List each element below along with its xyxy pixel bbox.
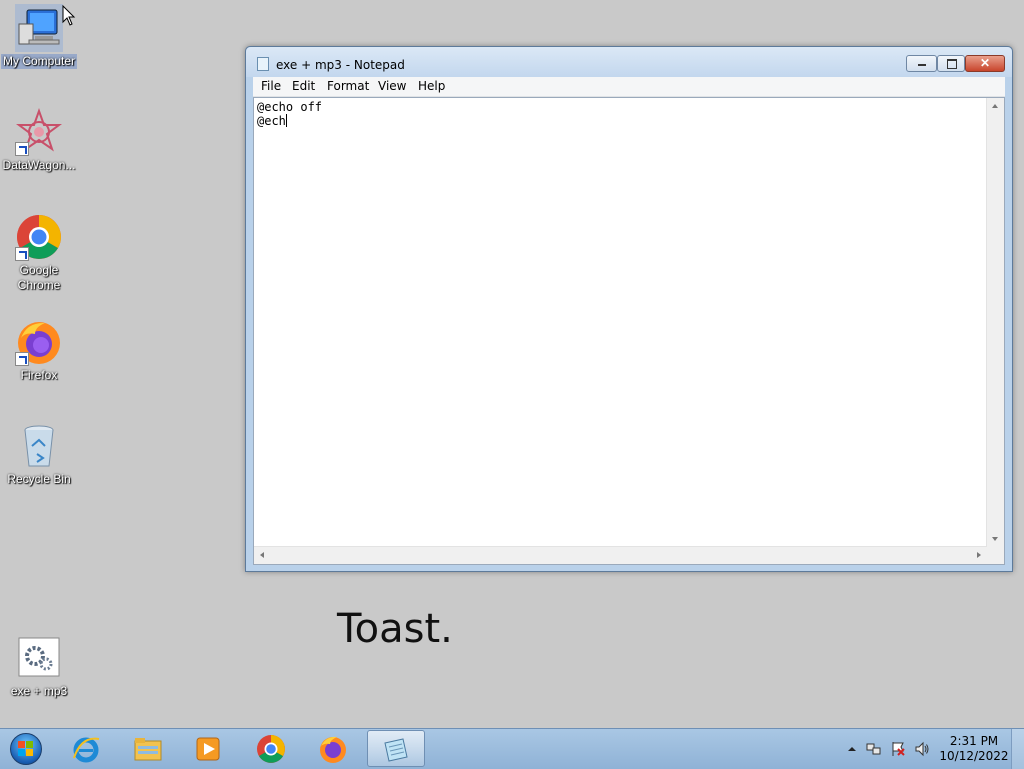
title-bar[interactable]: exe + mp3 - Notepad ✕ xyxy=(246,47,1012,77)
desktop-icon-label: exe + mp3 xyxy=(10,684,68,698)
taskbar-internet-explorer[interactable] xyxy=(58,730,116,767)
desktop-icon-label: Recycle Bin xyxy=(7,472,71,486)
window-title: exe + mp3 - Notepad xyxy=(276,58,405,72)
chrome-icon xyxy=(257,735,285,763)
system-clock[interactable]: 2:31 PM 10/12/2022 xyxy=(935,734,1013,764)
internet-explorer-icon xyxy=(73,737,100,763)
desktop-icon-recycle-bin[interactable]: Recycle Bin xyxy=(1,422,77,487)
scroll-left-arrow-icon[interactable] xyxy=(260,552,264,558)
taskbar: 2:31 PM 10/12/2022 xyxy=(0,728,1024,769)
clock-time: 2:31 PM xyxy=(949,734,999,748)
action-center-flag-icon[interactable] xyxy=(890,741,906,757)
menu-format[interactable]: Format xyxy=(327,79,369,93)
notepad-window[interactable]: exe + mp3 - Notepad ✕ File Edit Format V… xyxy=(245,46,1013,572)
scroll-right-arrow-icon[interactable] xyxy=(977,552,981,558)
firefox-icon xyxy=(15,318,63,366)
taskbar-chrome[interactable] xyxy=(243,730,301,767)
computer-icon xyxy=(15,4,63,52)
scroll-corner xyxy=(987,547,1004,564)
desktop-icon-datawagon[interactable]: DataWagon... xyxy=(1,108,77,173)
show-hidden-icons-arrow-icon[interactable] xyxy=(844,741,860,757)
text-line-with-caret: @ech xyxy=(257,114,984,128)
desktop-icon-label: Google Chrome xyxy=(17,263,61,292)
network-icon[interactable] xyxy=(866,741,882,757)
desktop-icon-label: My Computer xyxy=(2,54,76,68)
taskbar-file-explorer[interactable] xyxy=(120,730,178,767)
taskbar-notepad[interactable] xyxy=(367,730,425,767)
menu-help[interactable]: Help xyxy=(418,79,445,93)
recycle-bin-icon xyxy=(15,422,63,470)
desktop-icon-google-chrome[interactable]: Google Chrome xyxy=(1,213,77,293)
menu-file[interactable]: File xyxy=(261,79,281,93)
shortcut-arrow-icon xyxy=(15,352,29,366)
batch-file-icon xyxy=(15,634,63,682)
windows-flag-icon xyxy=(18,741,34,757)
shortcut-arrow-icon xyxy=(15,142,29,156)
notepad-icon xyxy=(384,738,408,762)
notepad-icon xyxy=(257,57,269,71)
show-desktop-button[interactable] xyxy=(1011,729,1024,769)
close-icon: ✕ xyxy=(979,56,991,70)
minimize-button[interactable] xyxy=(906,55,937,72)
text-line: @echo off xyxy=(257,100,323,114)
clock-date: 10/12/2022 xyxy=(939,749,1009,763)
scroll-up-arrow-icon[interactable] xyxy=(992,104,998,108)
menu-bar: File Edit Format View Help xyxy=(253,77,1005,97)
file-explorer-icon xyxy=(134,738,162,761)
close-button[interactable]: ✕ xyxy=(965,55,1005,72)
taskbar-firefox[interactable] xyxy=(305,730,363,767)
taskbar-media-player[interactable] xyxy=(180,730,238,767)
toast-caption: Toast. xyxy=(337,606,453,652)
maximize-button[interactable] xyxy=(937,55,965,72)
mouse-cursor-icon xyxy=(62,5,76,26)
menu-edit[interactable]: Edit xyxy=(292,79,315,93)
firefox-icon xyxy=(320,736,346,763)
desktop-icon-exe-mp3[interactable]: exe + mp3 xyxy=(1,634,77,699)
text-line: @ech xyxy=(257,114,286,128)
volume-icon[interactable] xyxy=(914,741,930,757)
menu-view[interactable]: View xyxy=(378,79,406,93)
shortcut-arrow-icon xyxy=(15,247,29,261)
datawagon-icon xyxy=(15,108,63,156)
text-editor[interactable]: @echo off @ech xyxy=(253,97,1005,565)
horizontal-scrollbar[interactable] xyxy=(254,546,987,564)
vertical-scrollbar[interactable] xyxy=(986,98,1004,547)
scroll-down-arrow-icon[interactable] xyxy=(992,537,998,541)
desktop-icon-firefox[interactable]: Firefox xyxy=(1,318,77,383)
chrome-icon xyxy=(15,213,63,261)
start-button[interactable] xyxy=(4,731,48,767)
desktop-icon-label: DataWagon... xyxy=(2,158,76,172)
desktop-icon-label: Firefox xyxy=(20,368,58,382)
text-content[interactable]: @echo off @ech xyxy=(257,100,984,544)
text-caret xyxy=(285,114,287,127)
media-player-icon xyxy=(196,737,220,761)
